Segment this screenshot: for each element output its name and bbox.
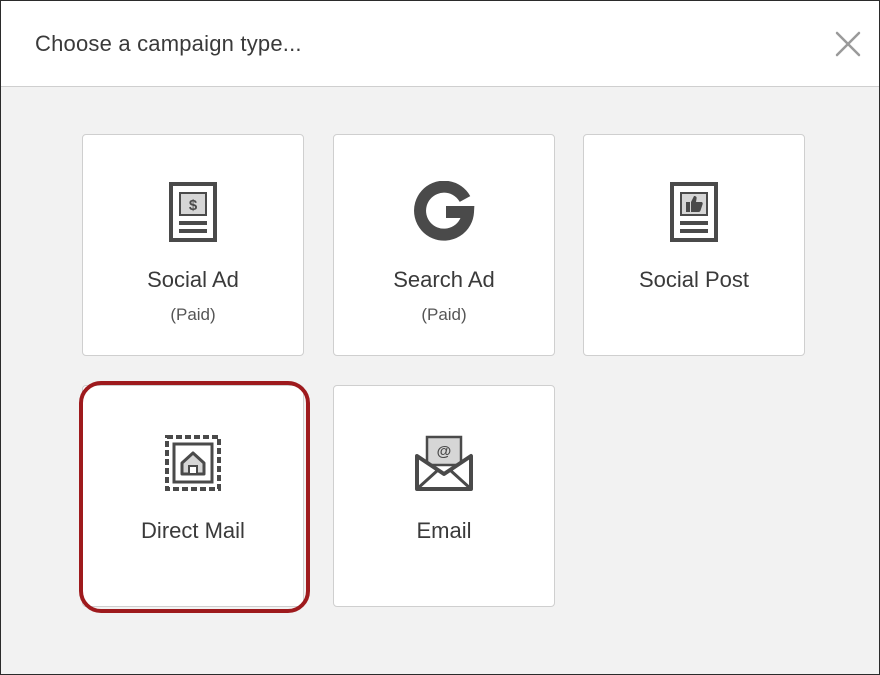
card-label: Search Ad xyxy=(393,267,495,292)
card-social-post[interactable]: Social Post xyxy=(583,134,805,356)
card-label: Email xyxy=(416,518,472,543)
card-direct-mail[interactable]: Direct Mail xyxy=(82,385,304,607)
card-email[interactable]: @ Email xyxy=(333,385,555,607)
dialog-title: Choose a campaign type... xyxy=(35,31,302,56)
close-button[interactable] xyxy=(831,27,865,61)
svg-text:$: $ xyxy=(189,197,198,214)
close-icon xyxy=(835,31,861,57)
card-sublabel: (Paid) xyxy=(421,305,467,324)
dialog-header: Choose a campaign type... xyxy=(1,1,879,87)
stamp-icon xyxy=(83,432,303,494)
card-search-ad[interactable]: Search Ad (Paid) xyxy=(333,134,555,356)
card-label: Social Ad xyxy=(147,267,239,292)
card-social-ad[interactable]: $ Social Ad (Paid) xyxy=(82,134,304,356)
email-icon: @ xyxy=(334,432,554,494)
svg-text:@: @ xyxy=(437,443,452,460)
social-post-icon xyxy=(584,181,804,243)
card-label: Social Post xyxy=(638,267,750,292)
card-sublabel: (Paid) xyxy=(170,305,216,324)
campaign-type-dialog: Choose a campaign type... $ Social Ad (P… xyxy=(0,0,880,675)
social-ad-icon: $ xyxy=(83,181,303,243)
card-label: Direct Mail xyxy=(141,518,245,543)
google-icon xyxy=(334,181,554,243)
